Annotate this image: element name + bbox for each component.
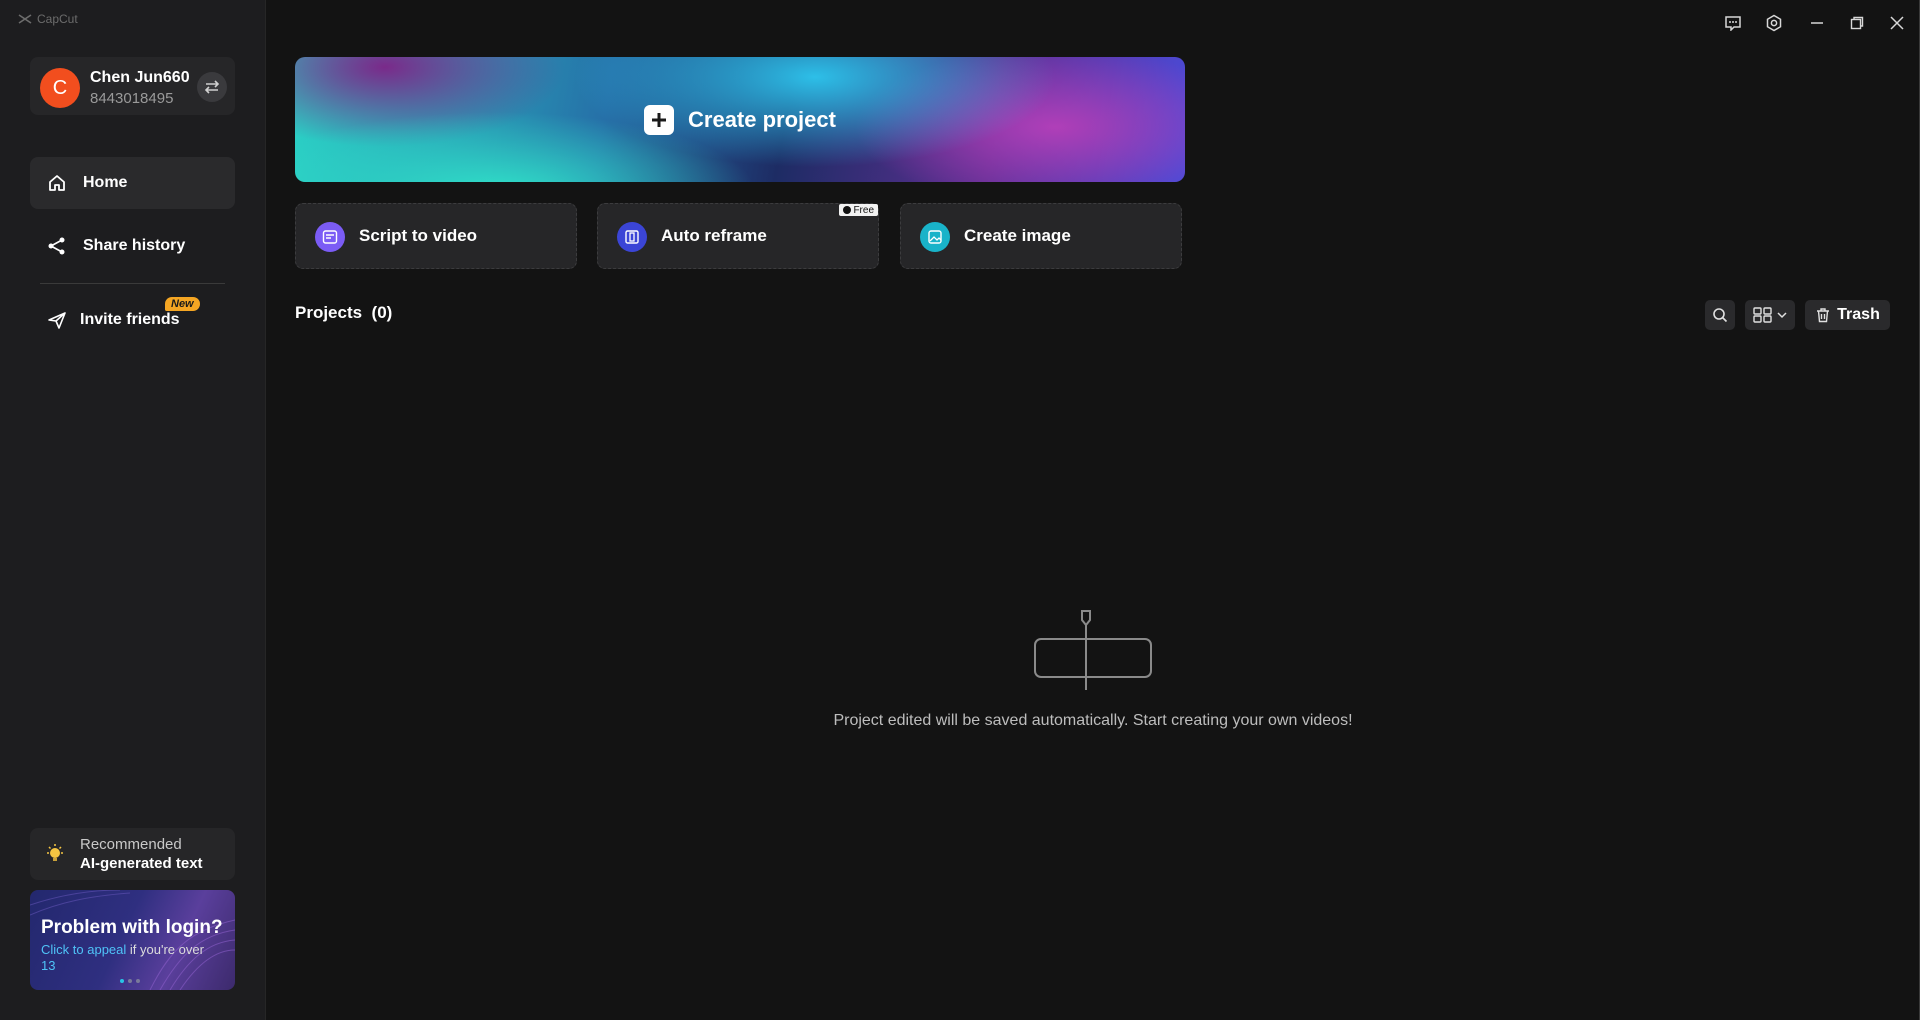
feedback-icon: [1725, 16, 1741, 31]
app-name: CapCut: [37, 12, 78, 26]
sidebar-item-label: Invite friends: [80, 311, 180, 328]
profile-name: Chen Jun660: [90, 69, 190, 86]
banner-subtitle: Click to appeal if you're over 13: [41, 942, 226, 974]
settings-icon: [1766, 14, 1782, 32]
empty-timeline-illustration: [1034, 610, 1152, 690]
trash-icon: [1817, 308, 1830, 323]
close-icon: [1890, 16, 1904, 30]
recommended-label: Recommended: [80, 836, 182, 853]
sidebar-divider: [40, 283, 225, 284]
swap-icon: [204, 80, 220, 94]
trash-label: Trash: [1837, 306, 1880, 323]
switch-account-button[interactable]: [197, 72, 227, 102]
banner-wave-art: [30, 890, 235, 990]
projects-count: (0): [371, 303, 393, 322]
chevron-down-icon: [1777, 312, 1787, 319]
sidebar-item-home[interactable]: Home: [30, 157, 235, 209]
send-icon: [48, 312, 66, 329]
banner-age: 13: [41, 958, 56, 973]
diamond-icon: [843, 206, 852, 214]
create-image-button[interactable]: Create image: [900, 203, 1182, 269]
script-icon: [315, 222, 345, 252]
search-button[interactable]: [1705, 300, 1735, 330]
image-icon: [920, 222, 950, 252]
tool-label: Create image: [964, 226, 1071, 245]
login-help-banner[interactable]: Problem with login? Click to appeal if y…: [30, 890, 235, 990]
restore-icon: [1850, 16, 1864, 30]
sidebar-item-invite-friends[interactable]: Invite friends: [30, 294, 235, 346]
close-button[interactable]: [1886, 12, 1908, 34]
carousel-dot[interactable]: [120, 979, 124, 983]
sidebar-item-share-history[interactable]: Share history: [30, 220, 235, 272]
lightbulb-icon: [47, 844, 63, 861]
settings-button[interactable]: [1763, 12, 1785, 34]
carousel-dot[interactable]: [128, 979, 132, 983]
feedback-button[interactable]: [1722, 12, 1744, 34]
banner-text: if you're over: [126, 942, 204, 957]
minimize-button[interactable]: [1806, 12, 1828, 34]
avatar[interactable]: C: [40, 68, 80, 108]
capcut-logo-icon: [18, 14, 32, 24]
empty-state-message: Project edited will be saved automatical…: [833, 712, 1353, 729]
restore-button[interactable]: [1846, 12, 1868, 34]
new-badge: New: [165, 297, 200, 311]
recommended-card[interactable]: Recommended AI-generated text: [30, 828, 235, 880]
trash-button[interactable]: Trash: [1805, 300, 1890, 330]
tool-label: Auto reframe: [661, 226, 767, 245]
appeal-link[interactable]: Click to appeal: [41, 942, 126, 957]
view-mode-dropdown[interactable]: [1745, 300, 1795, 330]
profile-id: 8443018495: [90, 90, 174, 107]
sidebar-item-label: Share history: [83, 237, 186, 254]
minimize-icon: [1811, 22, 1823, 24]
sidebar-item-label: Home: [83, 174, 128, 191]
app-logo: CapCut: [18, 12, 78, 26]
projects-label: Projects: [295, 303, 363, 322]
create-project-label: Create project: [688, 106, 836, 132]
share-icon: [48, 237, 65, 255]
free-badge: Free: [839, 204, 878, 216]
auto-reframe-button[interactable]: Auto reframe Free: [597, 203, 879, 269]
profile-card[interactable]: C Chen Jun660 8443018495: [30, 57, 235, 115]
search-icon: [1713, 308, 1728, 323]
grid-view-icon: [1753, 307, 1772, 323]
reframe-icon: [617, 222, 647, 252]
create-project-button[interactable]: Create project: [295, 57, 1185, 182]
carousel-dots[interactable]: [120, 979, 140, 983]
free-badge-label: Free: [853, 204, 874, 216]
recommended-title: AI-generated text: [80, 855, 203, 872]
script-to-video-button[interactable]: Script to video: [295, 203, 577, 269]
home-icon: [49, 175, 65, 191]
projects-title: Projects (0): [295, 303, 392, 323]
tool-label: Script to video: [359, 226, 478, 245]
sidebar: CapCut C Chen Jun660 8443018495 Home Sha…: [0, 0, 266, 1020]
plus-icon: [644, 104, 675, 135]
banner-title: Problem with login?: [41, 917, 223, 938]
carousel-dot[interactable]: [136, 979, 140, 983]
